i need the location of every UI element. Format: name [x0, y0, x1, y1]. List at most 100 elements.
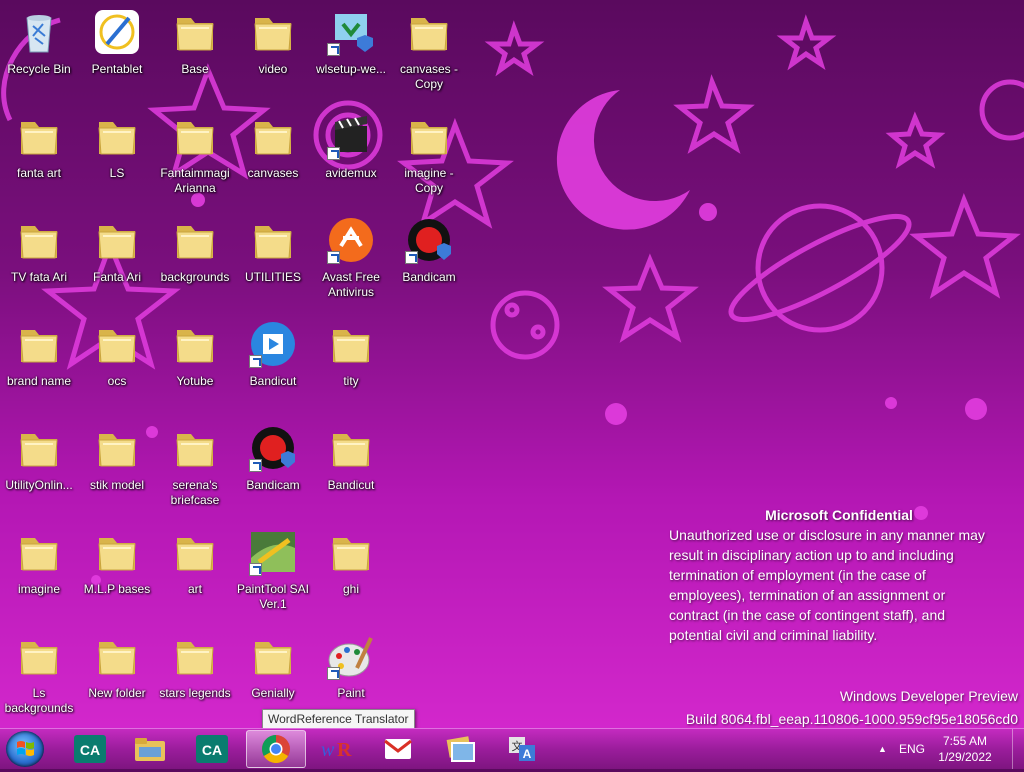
taskbar-file-explorer[interactable]: [120, 730, 180, 768]
translator-icon: 文 A: [509, 737, 535, 761]
desktop-icon-yotube[interactable]: Yotube: [156, 320, 234, 389]
desktop-icon-label: Bandicut: [249, 374, 297, 388]
desktop-icon-stars-legends[interactable]: stars legends: [156, 632, 234, 701]
windows-build-info: Windows Developer Preview Build 8064.fbl…: [686, 685, 1018, 731]
desktop-icon-avidemux[interactable]: avidemux: [312, 112, 390, 181]
taskbar-credit-agricole-2[interactable]: CA: [182, 730, 242, 768]
svg-text:CA: CA: [202, 742, 222, 758]
desktop-icon-label: brand name: [6, 374, 72, 388]
desktop-icon-video[interactable]: video: [234, 8, 312, 77]
desktop-icon-label: Paint: [337, 686, 365, 700]
folder-icon: [249, 632, 297, 680]
start-button[interactable]: [6, 731, 44, 767]
desktop-icon-backgrounds[interactable]: backgrounds: [156, 216, 234, 285]
desktop-icon-base[interactable]: Base: [156, 8, 234, 77]
desktop-icon-fanta-art[interactable]: fanta art: [0, 112, 78, 181]
svg-text:w: w: [321, 739, 335, 761]
desktop-icon-brand-name[interactable]: brand name: [0, 320, 78, 389]
desktop-icon-label: Base: [181, 62, 209, 76]
desktop-icon-pentablet[interactable]: Pentablet: [78, 8, 156, 77]
desktop-icon-label: UTILITIES: [244, 270, 301, 284]
taskbar-gmail[interactable]: [368, 730, 428, 768]
desktop-icon-label: Fantaimmagi Arianna: [160, 166, 230, 195]
desktop-icon-recycle-bin[interactable]: Recycle Bin: [0, 8, 78, 77]
taskbar-tooltip: WordReference Translator: [262, 709, 415, 729]
desktop-icon-canvases-copy[interactable]: canvases - Copy: [390, 8, 468, 92]
system-clock[interactable]: 7:55 AM 1/29/2022: [930, 733, 1000, 765]
gmail-icon: [384, 739, 412, 759]
bandicam-icon: [249, 424, 297, 472]
desktop-icon-label: Recycle Bin: [7, 62, 71, 76]
desktop-icon-stik-model[interactable]: stik model: [78, 424, 156, 493]
desktop-icon-label: M.L.P bases: [83, 582, 151, 596]
show-hidden-icons-button[interactable]: ▲: [878, 729, 887, 769]
desktop-icon-ghi[interactable]: ghi: [312, 528, 390, 597]
folder-icon: [93, 320, 141, 368]
desktop-icon-m-l-p-bases[interactable]: M.L.P bases: [78, 528, 156, 597]
taskbar-chrome[interactable]: [246, 730, 306, 768]
desktop-icon-label: Fanta Ari: [92, 270, 142, 284]
confidential-line: potential civil and criminal liability.: [669, 627, 878, 643]
desktop-icon-label: New folder: [88, 686, 146, 700]
desktop-icon-bandicut[interactable]: Bandicut: [312, 424, 390, 493]
desktop-icon-genially[interactable]: Genially: [234, 632, 312, 701]
photos-icon: [446, 736, 475, 762]
taskbar-translator[interactable]: 文 A: [492, 730, 552, 768]
desktop-icon-fantaimmagi-arianna[interactable]: Fantaimmagi Arianna: [156, 112, 234, 196]
bandicut-icon: [249, 320, 297, 368]
desktop-icon-canvases[interactable]: canvases: [234, 112, 312, 181]
desktop-icon-label: Yotube: [176, 374, 214, 388]
folder-icon: [171, 632, 219, 680]
folder-icon: [171, 8, 219, 56]
wlsetup-we-icon: [327, 8, 375, 56]
folder-icon: [171, 112, 219, 160]
chrome-icon: [262, 735, 290, 763]
desktop-icon-ls-backgrounds[interactable]: Ls backgrounds: [0, 632, 78, 716]
desktop-icon-imagine-copy[interactable]: imagine - Copy: [390, 112, 468, 196]
confidential-line: termination of employment (in the case o…: [669, 567, 926, 583]
desktop-icon-label: imagine: [17, 582, 61, 596]
desktop-icon-label: LS: [109, 166, 125, 180]
desktop-icon-utilityonlin[interactable]: UtilityOnlin...: [0, 424, 78, 493]
folder-icon: [15, 320, 63, 368]
language-label: ENG: [899, 742, 926, 756]
desktop-icon-label: TV fata Ari: [10, 270, 68, 284]
desktop-icon-ls[interactable]: LS: [78, 112, 156, 181]
desktop-icon-new-folder[interactable]: New folder: [78, 632, 156, 701]
desktop-icon-imagine[interactable]: imagine: [0, 528, 78, 597]
desktop-icon-tv-fata-ari[interactable]: TV fata Ari: [0, 216, 78, 285]
desktop-icon-label: wlsetup-we...: [315, 62, 387, 76]
taskbar-wordreference[interactable]: w R: [306, 730, 366, 768]
taskbar-credit-agricole-1[interactable]: CA: [60, 730, 120, 768]
desktop-icon-art[interactable]: art: [156, 528, 234, 597]
folder-icon: [405, 8, 453, 56]
shortcut-arrow-icon: [405, 251, 418, 264]
pentablet-icon: [93, 8, 141, 56]
desktop-icon-label: Ls backgrounds: [4, 686, 74, 715]
credit-agricole-icon: CA: [196, 735, 228, 763]
language-indicator[interactable]: ENG: [899, 729, 925, 769]
folder-icon: [93, 528, 141, 576]
desktop-icon-avast-free-antivirus[interactable]: Avast Free Antivirus: [312, 216, 390, 300]
desktop-icon-tity[interactable]: tity: [312, 320, 390, 389]
desktop-icon-bandicam[interactable]: Bandicam: [390, 216, 468, 285]
desktop-icon-paint[interactable]: Paint: [312, 632, 390, 701]
recycle-bin-icon: [15, 8, 63, 56]
avidemux-icon: [327, 112, 375, 160]
taskbar-photos[interactable]: [430, 730, 490, 768]
desktop-icon-bandicut[interactable]: Bandicut: [234, 320, 312, 389]
desktop-icon-painttool-sai-ver-1[interactable]: PaintTool SAI Ver.1: [234, 528, 312, 612]
desktop-icon-ocs[interactable]: ocs: [78, 320, 156, 389]
desktop-icon-wlsetup-we[interactable]: wlsetup-we...: [312, 8, 390, 77]
desktop-icon-fanta-ari[interactable]: Fanta Ari: [78, 216, 156, 285]
folder-icon: [15, 112, 63, 160]
avast-free-antivirus-icon: [327, 216, 375, 264]
desktop-icon-utilities[interactable]: UTILITIES: [234, 216, 312, 285]
desktop-icon-bandicam[interactable]: Bandicam: [234, 424, 312, 493]
confidential-notice: Microsoft Confidential Unauthorized use …: [669, 505, 1009, 645]
desktop-icon-label: art: [187, 582, 202, 596]
folder-icon: [15, 528, 63, 576]
show-desktop-button[interactable]: [1012, 729, 1024, 769]
confidential-line: result in disciplinary action up to and …: [669, 547, 954, 563]
desktop-icon-serena-s-briefcase[interactable]: serena's briefcase: [156, 424, 234, 508]
